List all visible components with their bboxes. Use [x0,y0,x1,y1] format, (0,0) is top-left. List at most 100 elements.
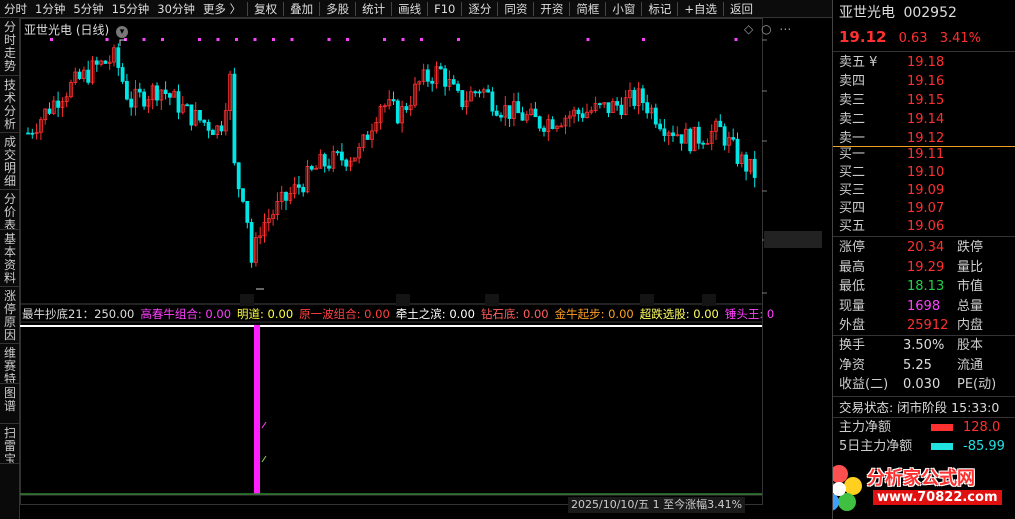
period-tab-4[interactable]: 30分钟 [153,0,199,18]
candle-body [296,184,301,188]
bid-label: 买一 [839,147,866,162]
stat-label-2: 量比 [957,259,984,275]
logo-text: 分析家公式网 [867,468,975,489]
period-tab-1[interactable]: 1分钟 [31,0,69,18]
settings-icons: ◇ ○ ⋯ [744,22,791,36]
toolbar-button-6[interactable]: 逐分 [464,0,495,18]
candle-body [77,71,82,79]
period-tab-5[interactable]: 更多 〉 [199,0,245,18]
toolbar-divider [533,1,535,16]
candle-body [722,126,727,146]
candle-body [198,110,202,121]
signal-dot [253,38,257,41]
ask-row: 卖三 19.15 [833,91,1015,110]
candle-body [658,123,662,130]
candle-body [404,106,409,111]
candle-body [486,89,491,93]
toolbar-button-9[interactable]: 简框 [572,0,603,18]
price-change-pct: 3.41% [939,31,981,46]
toolbar-button-12[interactable]: +自选 [680,0,721,18]
chevron-down-icon[interactable]: ▾ [116,26,129,38]
flow-row: 主力净额 128.0 [833,418,1015,437]
ask-row: 卖二 19.14 [833,110,1015,129]
stat-row: 涨停 20.34 跌停 [833,238,1015,257]
left-nav-item-0[interactable]: 分时走势 [0,18,20,76]
left-nav-item-5[interactable]: 涨停原因 [0,287,20,344]
candle-body [520,112,525,121]
candle-body [236,162,241,190]
stat-label: 最高 [839,259,866,275]
fin-label-2: 流通 [957,357,984,373]
ask-row: 卖五 ¥ 19.18 [833,53,1015,72]
left-nav-item-3[interactable]: 分价表 [0,190,20,230]
toolbar-button-10[interactable]: 小窗 [608,0,639,18]
candle-body [456,83,460,91]
candle-body [86,69,91,83]
toolbar-divider [391,1,393,16]
period-tab-2[interactable]: 5分钟 [69,0,107,18]
candle-body [284,191,288,201]
toolbar-divider [283,1,285,16]
circle-icon[interactable]: ○ [761,22,771,36]
candle-body [327,165,331,169]
candle-body [490,91,495,112]
diamond-icon[interactable]: ◇ [744,22,753,36]
candle-body [167,93,172,98]
toolbar-button-1[interactable]: 叠加 [286,0,317,18]
candle-body [443,68,448,87]
toolbar-button-3[interactable]: 统计 [358,0,389,18]
candle-body [662,128,667,136]
signal-dot [235,38,238,41]
candle-body [598,103,602,105]
signal-dot [198,38,201,41]
stat-label-2: 总量 [957,298,984,314]
candle-body [533,108,538,118]
toolbar-button-0[interactable]: 复权 [250,0,281,18]
candle-body [125,81,129,100]
left-nav-item-6[interactable]: 维赛特 [0,344,20,384]
left-nav-item-4[interactable]: 基本资料 [0,230,20,287]
fin-label: 净资 [839,357,866,373]
candle-body [752,158,757,178]
toolbar-button-2[interactable]: 多股 [322,0,353,18]
site-logo: 分析家公式网 www.70822.com [833,460,1015,516]
candle-body [249,222,254,263]
candle-body [718,120,723,128]
toolbar-button-8[interactable]: 开资 [536,0,567,18]
left-nav-item-2[interactable]: 成交明细 [0,133,20,190]
signal-dot [216,38,220,41]
candle-body [344,159,349,167]
toolbar-button-11[interactable]: 标记 [644,0,675,18]
price-line: 19.12 0.63 3.41% [839,28,981,47]
toolbar-divider [427,1,429,16]
candle-body [155,85,159,101]
period-tab-3[interactable]: 15分钟 [108,0,154,18]
period-tab-0[interactable]: 分时 [0,0,31,18]
event-tag-bg [702,294,716,306]
candle-body [499,114,503,118]
stock-code: 002952 [903,5,957,21]
candle-body [701,142,705,145]
toolbar-button-5[interactable]: F10 [430,0,459,18]
kline-chart-area[interactable]: 亚世光电 (日线) ▾ ◇ ○ ⋯ 最牛抄底21：250.00 高春牛组合: 0.… [20,18,832,519]
candle-body [185,104,190,107]
ask-price: 19.14 [907,112,945,127]
toolbar-button-4[interactable]: 画线 [394,0,425,18]
left-nav-item-8[interactable]: 扫雷宝 [0,424,20,464]
candle-body [94,60,99,65]
left-nav-item-7[interactable]: 图谱 [0,384,20,424]
signal-dot [734,38,738,41]
left-nav-item-1[interactable]: 技术分析 [0,76,20,133]
indicator-value-4: 牵土之滨: 0.00 [395,307,475,321]
toolbar-button-13[interactable]: 返回 [726,0,757,18]
more-icon[interactable]: ⋯ [779,22,791,36]
ask-price: 19.16 [907,74,945,89]
divider [833,236,1015,237]
status-bar: 2025/10/10/五 1 至今涨幅3.41% [568,497,746,513]
quote-header: 亚世光电 002952 [839,4,957,23]
trading-app-window: 分时 1分钟 5分钟 15分钟 30分钟 更多 〉 复权 叠加 多股 统计 画线 F10 逐分 同资 开资… [0,0,1015,519]
signal-dot [642,38,645,41]
candle-body [103,60,108,64]
toolbar-button-7[interactable]: 同资 [500,0,531,18]
stat-value: 20.34 [907,240,945,255]
